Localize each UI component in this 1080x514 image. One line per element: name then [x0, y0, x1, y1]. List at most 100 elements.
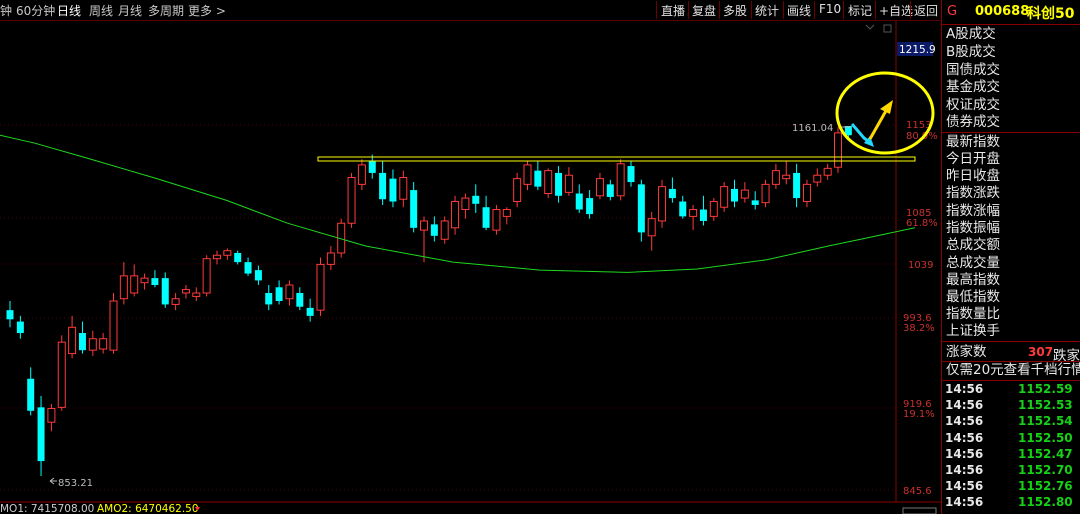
menu-fund-volume[interactable]: 基金成交	[946, 79, 1000, 96]
divider	[942, 380, 1080, 381]
candle-down	[234, 252, 242, 263]
menu-index-change[interactable]: 指数涨跌	[946, 185, 1000, 202]
trade-time: 14:56	[945, 414, 984, 428]
candle-down	[244, 262, 252, 274]
candle-up	[823, 167, 832, 176]
candle-up	[502, 209, 511, 217]
security-name: 科创50	[1027, 6, 1075, 22]
candle-down	[637, 184, 645, 233]
candle-down	[254, 270, 262, 281]
candle-up	[202, 258, 211, 294]
trade-time: 14:56	[945, 447, 984, 461]
candle-down	[430, 224, 438, 236]
menu-high-index[interactable]: 最高指数	[946, 272, 1000, 289]
amo2-label: AMO2: 6470462.50	[97, 503, 199, 514]
candle-up	[782, 174, 791, 180]
menu-index-pct-change[interactable]: 指数涨幅	[946, 203, 1000, 220]
menu-treasury-volume[interactable]: 国债成交	[946, 62, 1000, 79]
menu-a-share-volume[interactable]: A股成交	[946, 26, 996, 43]
divider	[942, 132, 1080, 133]
candle-down	[793, 172, 801, 199]
trade-price: 1152.70	[1018, 463, 1073, 477]
level2-promo-link[interactable]: 仅需20元查看千档行情	[946, 362, 1080, 379]
trade-price: 1152.50	[1018, 431, 1073, 445]
menu-total-volume[interactable]: 总成交量	[946, 255, 1000, 272]
low-price-label: 853.21	[58, 478, 93, 489]
menu-volume-ratio[interactable]: 指数量比	[946, 306, 1000, 323]
divider	[942, 341, 1080, 342]
menu-turnover[interactable]: 上证换手	[946, 323, 1000, 340]
price-pct-label: 61.8%	[906, 218, 938, 229]
menu-low-index[interactable]: 最低指数	[946, 289, 1000, 306]
trade-price: 1152.59	[1018, 382, 1073, 396]
candle-down	[555, 172, 563, 196]
candle-up	[420, 220, 428, 231]
menu-latest-index[interactable]: 最新指数	[946, 134, 1000, 151]
candle-up	[771, 170, 780, 185]
candle-up	[709, 201, 718, 217]
breakout-arrow-icon	[868, 108, 889, 140]
candle-up	[119, 275, 128, 300]
candle-up	[99, 338, 108, 350]
candle-up	[109, 300, 118, 351]
candle-down	[389, 178, 397, 202]
candle-down	[151, 278, 159, 285]
candle-up	[564, 174, 573, 193]
menu-prev-close[interactable]: 昨日收盘	[946, 168, 1000, 185]
candle-down	[27, 378, 35, 411]
candle-up	[440, 220, 449, 240]
candle-up	[68, 326, 77, 355]
candle-down	[306, 307, 314, 316]
candle-down	[275, 287, 283, 301]
chevron-down-icon[interactable]	[865, 24, 875, 30]
security-header: G 000688 科创50	[942, 0, 1080, 25]
menu-today-open[interactable]: 今日开盘	[946, 151, 1000, 168]
trade-time: 14:56	[945, 479, 984, 493]
candle-up	[802, 183, 811, 203]
trade-time: 14:56	[945, 431, 984, 445]
trade-price: 1152.76	[1018, 479, 1073, 493]
candle-down	[368, 161, 376, 173]
price-pct-label: 19.1%	[903, 409, 935, 420]
candle-up	[140, 277, 149, 284]
candle-up	[813, 174, 822, 183]
candle-down	[731, 188, 738, 202]
candle-up	[347, 177, 356, 224]
candle-up	[399, 177, 408, 200]
price-label: 1039	[908, 260, 933, 271]
maximize-icon[interactable]	[883, 24, 892, 33]
candle-up	[171, 298, 180, 305]
trade-time: 14:56	[945, 398, 984, 412]
volume-scale-tag	[902, 507, 937, 514]
breakout-arrowhead-icon	[880, 100, 893, 114]
candle-up	[513, 178, 522, 203]
candle-up	[616, 163, 625, 197]
candle-up	[658, 186, 667, 222]
kline-chart[interactable]: 1215.9 1153 80.9% 1085 61.8% 1039 993.6 …	[0, 0, 941, 514]
candle-down	[78, 333, 86, 351]
advancers-label: 涨家数	[946, 344, 987, 360]
menu-warrant-volume[interactable]: 权证成交	[946, 97, 1000, 114]
candle-down	[16, 321, 24, 334]
candle-up	[88, 338, 97, 351]
quote-side-panel: G 000688 科创50 A股成交 B股成交 国债成交 基金成交 权证成交 债…	[941, 0, 1080, 514]
candle-down	[296, 292, 304, 307]
candle-up	[181, 289, 190, 294]
candle-up	[761, 183, 770, 204]
candle-down	[679, 201, 687, 217]
candlesticks	[6, 126, 852, 476]
candle-up	[492, 209, 501, 231]
menu-index-amplitude[interactable]: 指数振幅	[946, 220, 1000, 237]
menu-bond-volume[interactable]: 债券成交	[946, 114, 1000, 131]
trade-price: 1152.47	[1018, 447, 1073, 461]
candle-down	[482, 207, 490, 228]
menu-total-amount[interactable]: 总成交额	[946, 237, 1000, 254]
candle-down	[668, 188, 676, 199]
grid-lines	[0, 124, 896, 491]
menu-b-share-volume[interactable]: B股成交	[946, 44, 996, 61]
trade-price: 1152.53	[1018, 398, 1073, 412]
candle-up	[451, 201, 460, 229]
candle-up	[647, 218, 656, 237]
advancers-count: 307	[1028, 345, 1054, 359]
candle-down	[410, 190, 418, 228]
